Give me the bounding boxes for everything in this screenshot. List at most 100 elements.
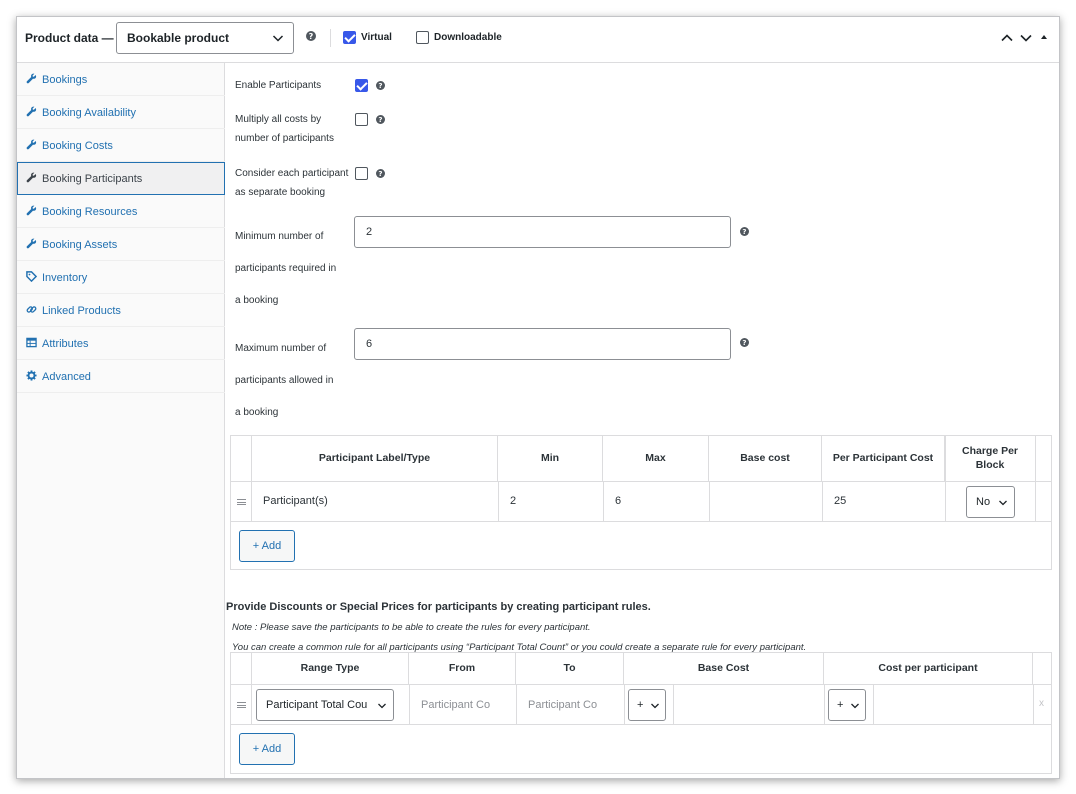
max-participants-input[interactable]: 6 xyxy=(354,328,731,360)
col-header-range-type: Range Type xyxy=(252,653,409,685)
drag-handle-icon[interactable] xyxy=(237,702,246,708)
separate-booking-checkbox[interactable] xyxy=(355,167,368,180)
participant-max-cell[interactable]: 6 xyxy=(604,482,709,521)
svg-text:?: ? xyxy=(309,32,314,41)
separate-booking-label: Consider each participant as separate bo… xyxy=(235,168,349,198)
participant-label-cell[interactable]: Participant(s) xyxy=(252,482,498,521)
table-divider xyxy=(945,436,946,522)
min-participants-label: Minimum number of participants required … xyxy=(235,231,337,306)
base-cost-operator-select[interactable]: + xyxy=(628,689,666,721)
table-divider xyxy=(824,685,825,725)
downloadable-checkbox[interactable] xyxy=(416,31,429,44)
col-header-to: To xyxy=(516,653,624,685)
charge-per-block-select[interactable]: No xyxy=(966,486,1015,518)
participant-base-cost-cell[interactable] xyxy=(710,482,822,521)
wrench-icon xyxy=(26,139,37,150)
add-participant-button[interactable]: + Add xyxy=(239,530,295,562)
to-input[interactable]: Participant Co xyxy=(528,699,613,711)
sidebar-item-attributes[interactable]: Attributes xyxy=(17,327,225,360)
enable-participants-checkbox[interactable] xyxy=(355,79,368,92)
help-icon[interactable]: ? xyxy=(376,115,385,124)
svg-text:?: ? xyxy=(378,81,382,90)
table-divider xyxy=(231,521,1051,522)
range-type-select[interactable]: Participant Total Cou xyxy=(256,689,394,721)
col-header-min: Min xyxy=(498,436,603,482)
table-divider xyxy=(873,685,874,725)
multiply-costs-checkbox[interactable] xyxy=(355,113,368,126)
svg-text:?: ? xyxy=(378,169,382,178)
downloadable-label: Downloadable xyxy=(434,32,502,43)
sidebar-item-label: Bookings xyxy=(42,74,88,86)
wrench-icon xyxy=(26,106,37,117)
table-divider xyxy=(673,685,674,725)
col-header-charge-per-block: Charge Per Block xyxy=(961,445,1019,471)
cost-per-participant-operator-select[interactable]: + xyxy=(828,689,866,721)
participants-table: Participant Label/Type Min Max Base cost… xyxy=(230,435,1052,570)
sidebar-item-booking-assets[interactable]: Booking Assets xyxy=(17,228,225,261)
sidebar-item-label: Booking Participants xyxy=(42,173,143,185)
chevron-down-icon xyxy=(999,500,1007,506)
help-icon[interactable]: ? xyxy=(740,338,749,347)
enable-participants-label: Enable Participants xyxy=(235,80,322,91)
table-divider xyxy=(1033,685,1034,725)
participant-min-cell[interactable]: 2 xyxy=(499,482,603,521)
discounts-note-1: Note : Please save the participants to b… xyxy=(232,622,591,633)
from-input[interactable]: Participant Co xyxy=(421,699,506,711)
move-up-icon[interactable] xyxy=(1000,31,1014,45)
svg-text:?: ? xyxy=(742,338,746,347)
participant-cost-cell[interactable]: 25 xyxy=(823,482,945,521)
table-divider xyxy=(1035,436,1036,522)
panel-title: Product data — xyxy=(25,31,114,45)
cost-per-participant-input[interactable] xyxy=(875,686,1032,724)
max-participants-label: Maximum number of participants allowed i… xyxy=(235,343,334,418)
sidebar-item-bookings[interactable]: Bookings xyxy=(17,63,225,96)
wrench-icon xyxy=(26,73,37,84)
sidebar-item-linked-products[interactable]: Linked Products xyxy=(17,294,225,327)
sidebar-item-booking-resources[interactable]: Booking Resources xyxy=(17,195,225,228)
sidebar-item-label: Linked Products xyxy=(42,305,121,317)
product-type-select[interactable]: Bookable product xyxy=(116,22,294,54)
col-header-base-cost: Base cost xyxy=(709,436,822,482)
col-header-cost-per-participant: Cost per participant xyxy=(824,653,1033,685)
table-icon xyxy=(26,337,37,348)
col-header-max: Max xyxy=(603,436,709,482)
sidebar-item-booking-availability[interactable]: Booking Availability xyxy=(17,96,225,129)
gear-icon xyxy=(26,370,37,381)
multiply-costs-label: Multiply all costs by number of particip… xyxy=(235,114,334,144)
wrench-icon xyxy=(26,172,37,183)
product-data-tabs: Bookings Booking Availability Booking Co… xyxy=(17,63,225,778)
discounts-title: Provide Discounts or Special Prices for … xyxy=(226,601,651,613)
help-icon[interactable]: ? xyxy=(306,31,316,41)
header-divider xyxy=(330,29,331,47)
chevron-down-icon xyxy=(851,703,859,709)
chevron-down-icon xyxy=(377,701,387,711)
help-icon[interactable]: ? xyxy=(376,81,385,90)
help-icon[interactable]: ? xyxy=(376,169,385,178)
add-rule-button[interactable]: + Add xyxy=(239,733,295,765)
tag-icon xyxy=(26,271,37,282)
table-divider xyxy=(231,724,1051,725)
product-data-panel: Product data — Bookable product ? Virtua… xyxy=(16,16,1060,779)
col-header-from: From xyxy=(409,653,516,685)
collapse-toggle-icon[interactable] xyxy=(1040,33,1048,41)
table-divider xyxy=(516,685,517,725)
sidebar-item-inventory[interactable]: Inventory xyxy=(17,261,225,294)
drag-handle-icon[interactable] xyxy=(237,499,246,505)
sidebar-item-booking-participants[interactable]: Booking Participants xyxy=(17,162,225,195)
sidebar-item-booking-costs[interactable]: Booking Costs xyxy=(17,129,225,162)
base-cost-input[interactable] xyxy=(675,686,823,724)
link-icon xyxy=(26,306,37,313)
sidebar-item-label: Booking Resources xyxy=(42,206,138,218)
virtual-label: Virtual xyxy=(361,32,392,43)
min-participants-input[interactable]: 2 xyxy=(354,216,731,248)
drag-column xyxy=(231,653,252,725)
move-down-icon[interactable] xyxy=(1019,31,1033,45)
sidebar-item-label: Advanced xyxy=(42,371,91,383)
remove-rule-button[interactable]: x xyxy=(1039,698,1044,709)
chevron-down-icon xyxy=(651,703,659,709)
sidebar-item-advanced[interactable]: Advanced xyxy=(17,360,225,393)
help-icon[interactable]: ? xyxy=(740,227,749,236)
col-header-base-cost: Base Cost xyxy=(624,653,824,685)
chevron-down-icon xyxy=(272,35,284,42)
virtual-checkbox[interactable] xyxy=(343,31,356,44)
